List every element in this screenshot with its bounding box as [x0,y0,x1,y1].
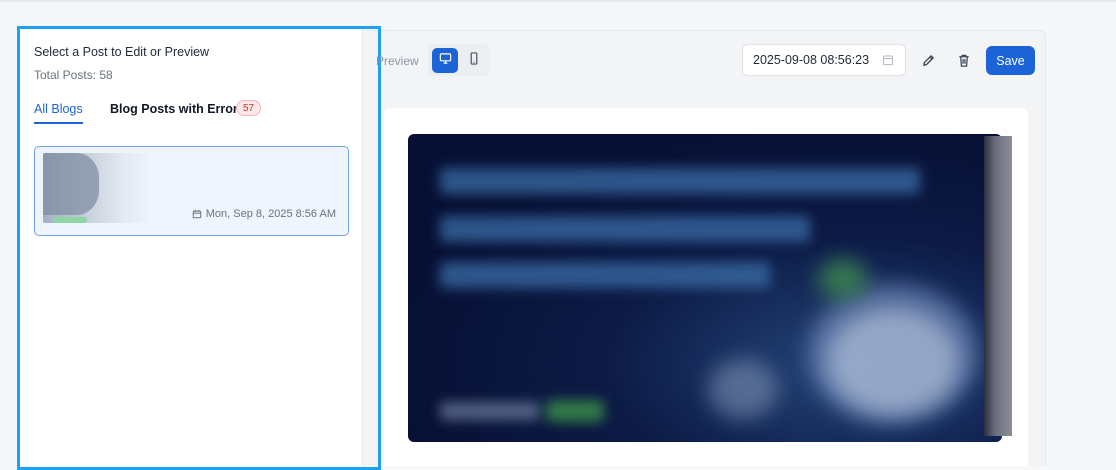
post-list-item[interactable]: Mon, Sep 8, 2025 8:56 AM [34,146,349,236]
sidebar-title: Select a Post to Edit or Preview [34,45,210,59]
smartphone-icon [468,51,480,70]
post-hero-image [408,134,1002,442]
post-thumbnail [43,153,149,223]
hero-image-edge [984,136,1012,436]
calendar-icon [192,209,202,219]
mobile-view-button[interactable] [461,48,487,73]
tab-all-blogs[interactable]: All Blogs [34,102,83,124]
total-posts-count: Total Posts: 58 [34,68,113,82]
tab-blog-posts-with-errors[interactable]: Blog Posts with Errors [110,102,245,116]
post-sidebar [20,28,363,466]
preview-label: Preview [376,54,419,68]
trash-icon[interactable] [955,51,973,69]
error-count-badge: 57 [236,100,262,116]
edit-pencil-icon[interactable] [919,51,937,69]
save-button[interactable]: Save [986,46,1035,75]
post-date: Mon, Sep 8, 2025 8:56 AM [192,208,336,220]
top-divider [0,0,1116,2]
calendar-icon[interactable] [882,53,894,71]
post-date-text: Mon, Sep 8, 2025 8:56 AM [205,208,336,220]
desktop-view-button[interactable] [432,48,458,73]
publish-datetime-value: 2025-09-08 08:56:23 [753,53,870,67]
monitor-icon [439,52,452,70]
